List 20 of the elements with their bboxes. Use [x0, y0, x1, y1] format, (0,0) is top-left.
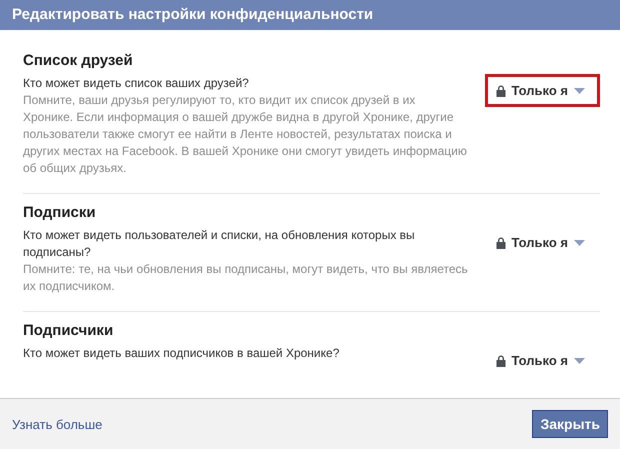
lock-icon [496, 84, 506, 96]
audience-dropdown[interactable]: Только я [484, 344, 600, 377]
learn-more-link[interactable]: Узнать больше [12, 416, 102, 432]
lock-icon [496, 354, 506, 366]
note-text: Помните, ваши друзья регулируют то, кто видит их список друзей в их Хронике. Если информация о вашей дружбе видна в другой Хронике, другие пользователи также смогут ее найти в Ленте новостей, результатах поиска и других местах на Facebook. В вашей Хронике они смогут увидеть информацию об общих друзьях. [23, 92, 468, 177]
question-text: Кто может видеть ваших подписчиков в вашей Хронике? [23, 345, 340, 362]
window-title: Редактировать настройки конфиденциальности [0, 0, 620, 30]
caret-icon [574, 240, 585, 246]
note-text: Помните: те, на чьи обновления вы подписаны, могут видеть, что вы являетесь их подписчиком. [23, 261, 468, 295]
audience-dropdown[interactable]: Только я [484, 74, 600, 107]
question-text: Кто может видеть список ваших друзей? [23, 75, 250, 92]
question-text: Кто может видеть пользователей и списки, на обновления которых вы подписаны? [23, 227, 416, 261]
close-button[interactable]: Закрыть [532, 410, 608, 438]
audience-dropdown[interactable]: Только я [484, 226, 600, 259]
section-heading: Подписки [23, 204, 97, 221]
section-heading: Список друзей [23, 52, 134, 69]
lock-icon [496, 236, 506, 248]
caret-icon [574, 88, 585, 94]
section-heading: Подписчики [23, 322, 114, 339]
caret-icon [574, 358, 585, 364]
